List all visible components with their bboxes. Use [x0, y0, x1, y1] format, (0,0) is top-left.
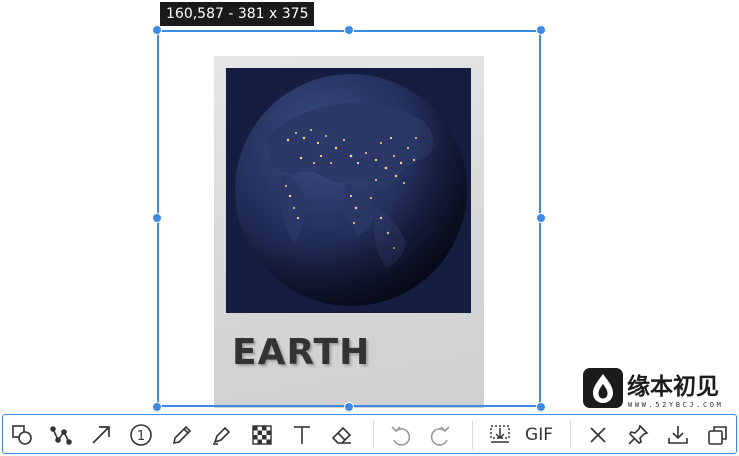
- undo-icon[interactable]: [388, 423, 412, 447]
- arrow-icon[interactable]: [89, 423, 113, 447]
- annotation-toolbar: 1 GIF: [2, 414, 737, 454]
- toolbar-separator: [373, 421, 374, 449]
- highlighter-icon[interactable]: [210, 423, 234, 447]
- eraser-icon[interactable]: [330, 423, 354, 447]
- shapes-icon[interactable]: [10, 423, 34, 447]
- watermark-logo: 缘本初见 WWW.52YBCJ.COM: [583, 368, 735, 412]
- selection-rectangle[interactable]: [157, 30, 541, 407]
- number-marker-icon[interactable]: 1: [129, 423, 153, 447]
- svg-text:缘本初见: 缘本初见: [627, 373, 719, 400]
- resize-handle-left[interactable]: [152, 213, 162, 223]
- text-icon[interactable]: [290, 423, 314, 447]
- resize-handle-bottom[interactable]: [344, 402, 354, 412]
- toolbar-separator: [570, 421, 571, 449]
- gif-button[interactable]: GIF: [525, 423, 553, 447]
- flame-drop-logo-icon: [583, 368, 623, 408]
- polyline-icon[interactable]: [49, 423, 73, 447]
- resize-handle-bottom-left[interactable]: [152, 402, 162, 412]
- resize-handle-bottom-right[interactable]: [536, 402, 546, 412]
- scroll-capture-icon[interactable]: [488, 423, 512, 447]
- pen-icon[interactable]: [170, 423, 194, 447]
- pin-icon[interactable]: [626, 423, 650, 447]
- selection-size-label: 160,587 - 381 x 375: [160, 2, 315, 26]
- download-icon[interactable]: [666, 423, 690, 447]
- resize-handle-right[interactable]: [536, 213, 546, 223]
- svg-text:WWW.52YBCJ.COM: WWW.52YBCJ.COM: [628, 401, 723, 409]
- toolbar-separator: [472, 421, 473, 449]
- mosaic-icon[interactable]: [250, 423, 274, 447]
- resize-handle-top-right[interactable]: [536, 25, 546, 35]
- resize-handle-top-left[interactable]: [152, 25, 162, 35]
- copy-icon[interactable]: [706, 423, 730, 447]
- watermark-text: 缘本初见 WWW.52YBCJ.COM: [627, 373, 723, 409]
- resize-handle-top[interactable]: [344, 25, 354, 35]
- svg-text:1: 1: [137, 429, 145, 444]
- redo-icon[interactable]: [429, 423, 453, 447]
- close-icon[interactable]: [586, 423, 610, 447]
